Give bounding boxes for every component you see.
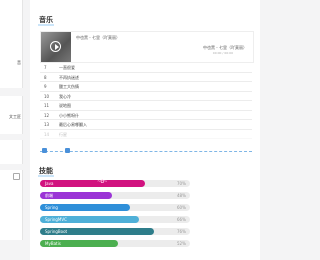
song-number: 7 <box>44 65 47 70</box>
skill-row: SpringMVC 66% <box>40 216 200 223</box>
progress-handle[interactable] <box>42 148 47 153</box>
skill-row: Java ~✿~ 70% <box>40 179 200 187</box>
song-name: 说地图 <box>59 103 71 108</box>
now-playing-title: 中也黑 - 七里（吖莫丽） <box>76 35 120 40</box>
skill-name: Java <box>45 181 54 186</box>
song-name: 不再执迷述 <box>59 74 79 80</box>
song-name: 行星 <box>59 131 67 137</box>
skill-percent: 60% <box>177 205 186 210</box>
song-row[interactable]: 11 说地图 <box>40 101 252 111</box>
song-name: 一直很爱 <box>59 65 75 70</box>
skill-name: SpringBoot <box>45 229 68 234</box>
skill-percent: 52% <box>177 241 186 246</box>
skills-section-title: 技能 <box>38 167 54 177</box>
song-row[interactable]: 10 我心冷 <box>40 92 252 101</box>
playlist: 7 一直很爱 8 不再执迷述 9 酸工大伤情 10 我心冷 11 说地图 12 小小熊呀什 … <box>40 63 252 139</box>
left-card-1-text: 音 <box>17 60 21 65</box>
track-time: 00:00 / 00:00 <box>212 51 233 55</box>
skill-row: 前端 48% <box>40 192 200 199</box>
left-card-4 <box>0 170 23 240</box>
song-number: 14 <box>44 131 50 137</box>
skill-row: SpringBoot 76% <box>40 228 200 235</box>
song-name: 我心冷 <box>59 93 71 99</box>
skill-bar <box>40 180 145 187</box>
skill-percent: 70% <box>177 181 186 186</box>
main-panel: 音乐 中也黑 - 七里（吖莫丽） 中也黑 - 七里（吖莫丽） 00:00 / 0… <box>30 0 260 260</box>
left-card-2-text: 文工匠 <box>9 114 21 119</box>
playback-progress[interactable] <box>40 148 252 154</box>
skill-decoration: ~✿~ <box>97 179 108 185</box>
skill-name: 前端 <box>45 193 53 198</box>
skill-name: MyBatis <box>45 241 61 246</box>
song-name: 最后心易哪翻入 <box>59 122 87 127</box>
song-name: 小小熊呀什 <box>59 112 79 118</box>
play-icon[interactable] <box>50 41 61 52</box>
song-row[interactable]: 9 酸工大伤情 <box>40 82 252 92</box>
expand-icon[interactable] <box>13 173 20 180</box>
left-card-2: 文工匠 <box>0 96 23 134</box>
volume-handle[interactable] <box>65 148 70 153</box>
music-player: 中也黑 - 七里（吖莫丽） 中也黑 - 七里（吖莫丽） 00:00 / 00:0… <box>40 31 254 63</box>
song-row[interactable]: 13 最后心易哪翻入 <box>40 120 252 130</box>
song-name: 酸工大伤情 <box>59 84 79 89</box>
left-card-1: 音 <box>0 0 23 88</box>
skill-name: Spring <box>45 205 58 210</box>
skills-list: Java ~✿~ 70% 前端 48% Spring 60% SpringMVC… <box>40 179 200 252</box>
song-row[interactable]: 7 一直很爱 <box>40 63 252 73</box>
song-number: 9 <box>44 84 47 89</box>
skill-row: Spring 60% <box>40 204 200 211</box>
song-number: 11 <box>44 103 50 108</box>
skill-percent: 76% <box>177 229 186 234</box>
progress-track <box>40 151 252 152</box>
song-row[interactable]: 14 行星 <box>40 130 252 139</box>
skill-row: MyBatis 52% <box>40 240 200 247</box>
skill-percent: 48% <box>177 193 186 198</box>
song-number: 10 <box>44 93 50 99</box>
song-row[interactable]: 12 小小熊呀什 <box>40 111 252 120</box>
music-section-title: 音乐 <box>38 16 54 26</box>
skill-percent: 66% <box>177 217 186 222</box>
album-cover[interactable] <box>41 32 71 62</box>
left-card-3 <box>0 140 23 164</box>
song-row[interactable]: 8 不再执迷述 <box>40 73 252 82</box>
skill-name: SpringMVC <box>45 217 67 222</box>
song-number: 12 <box>44 112 50 118</box>
song-number: 13 <box>44 122 50 127</box>
song-number: 8 <box>44 74 47 80</box>
